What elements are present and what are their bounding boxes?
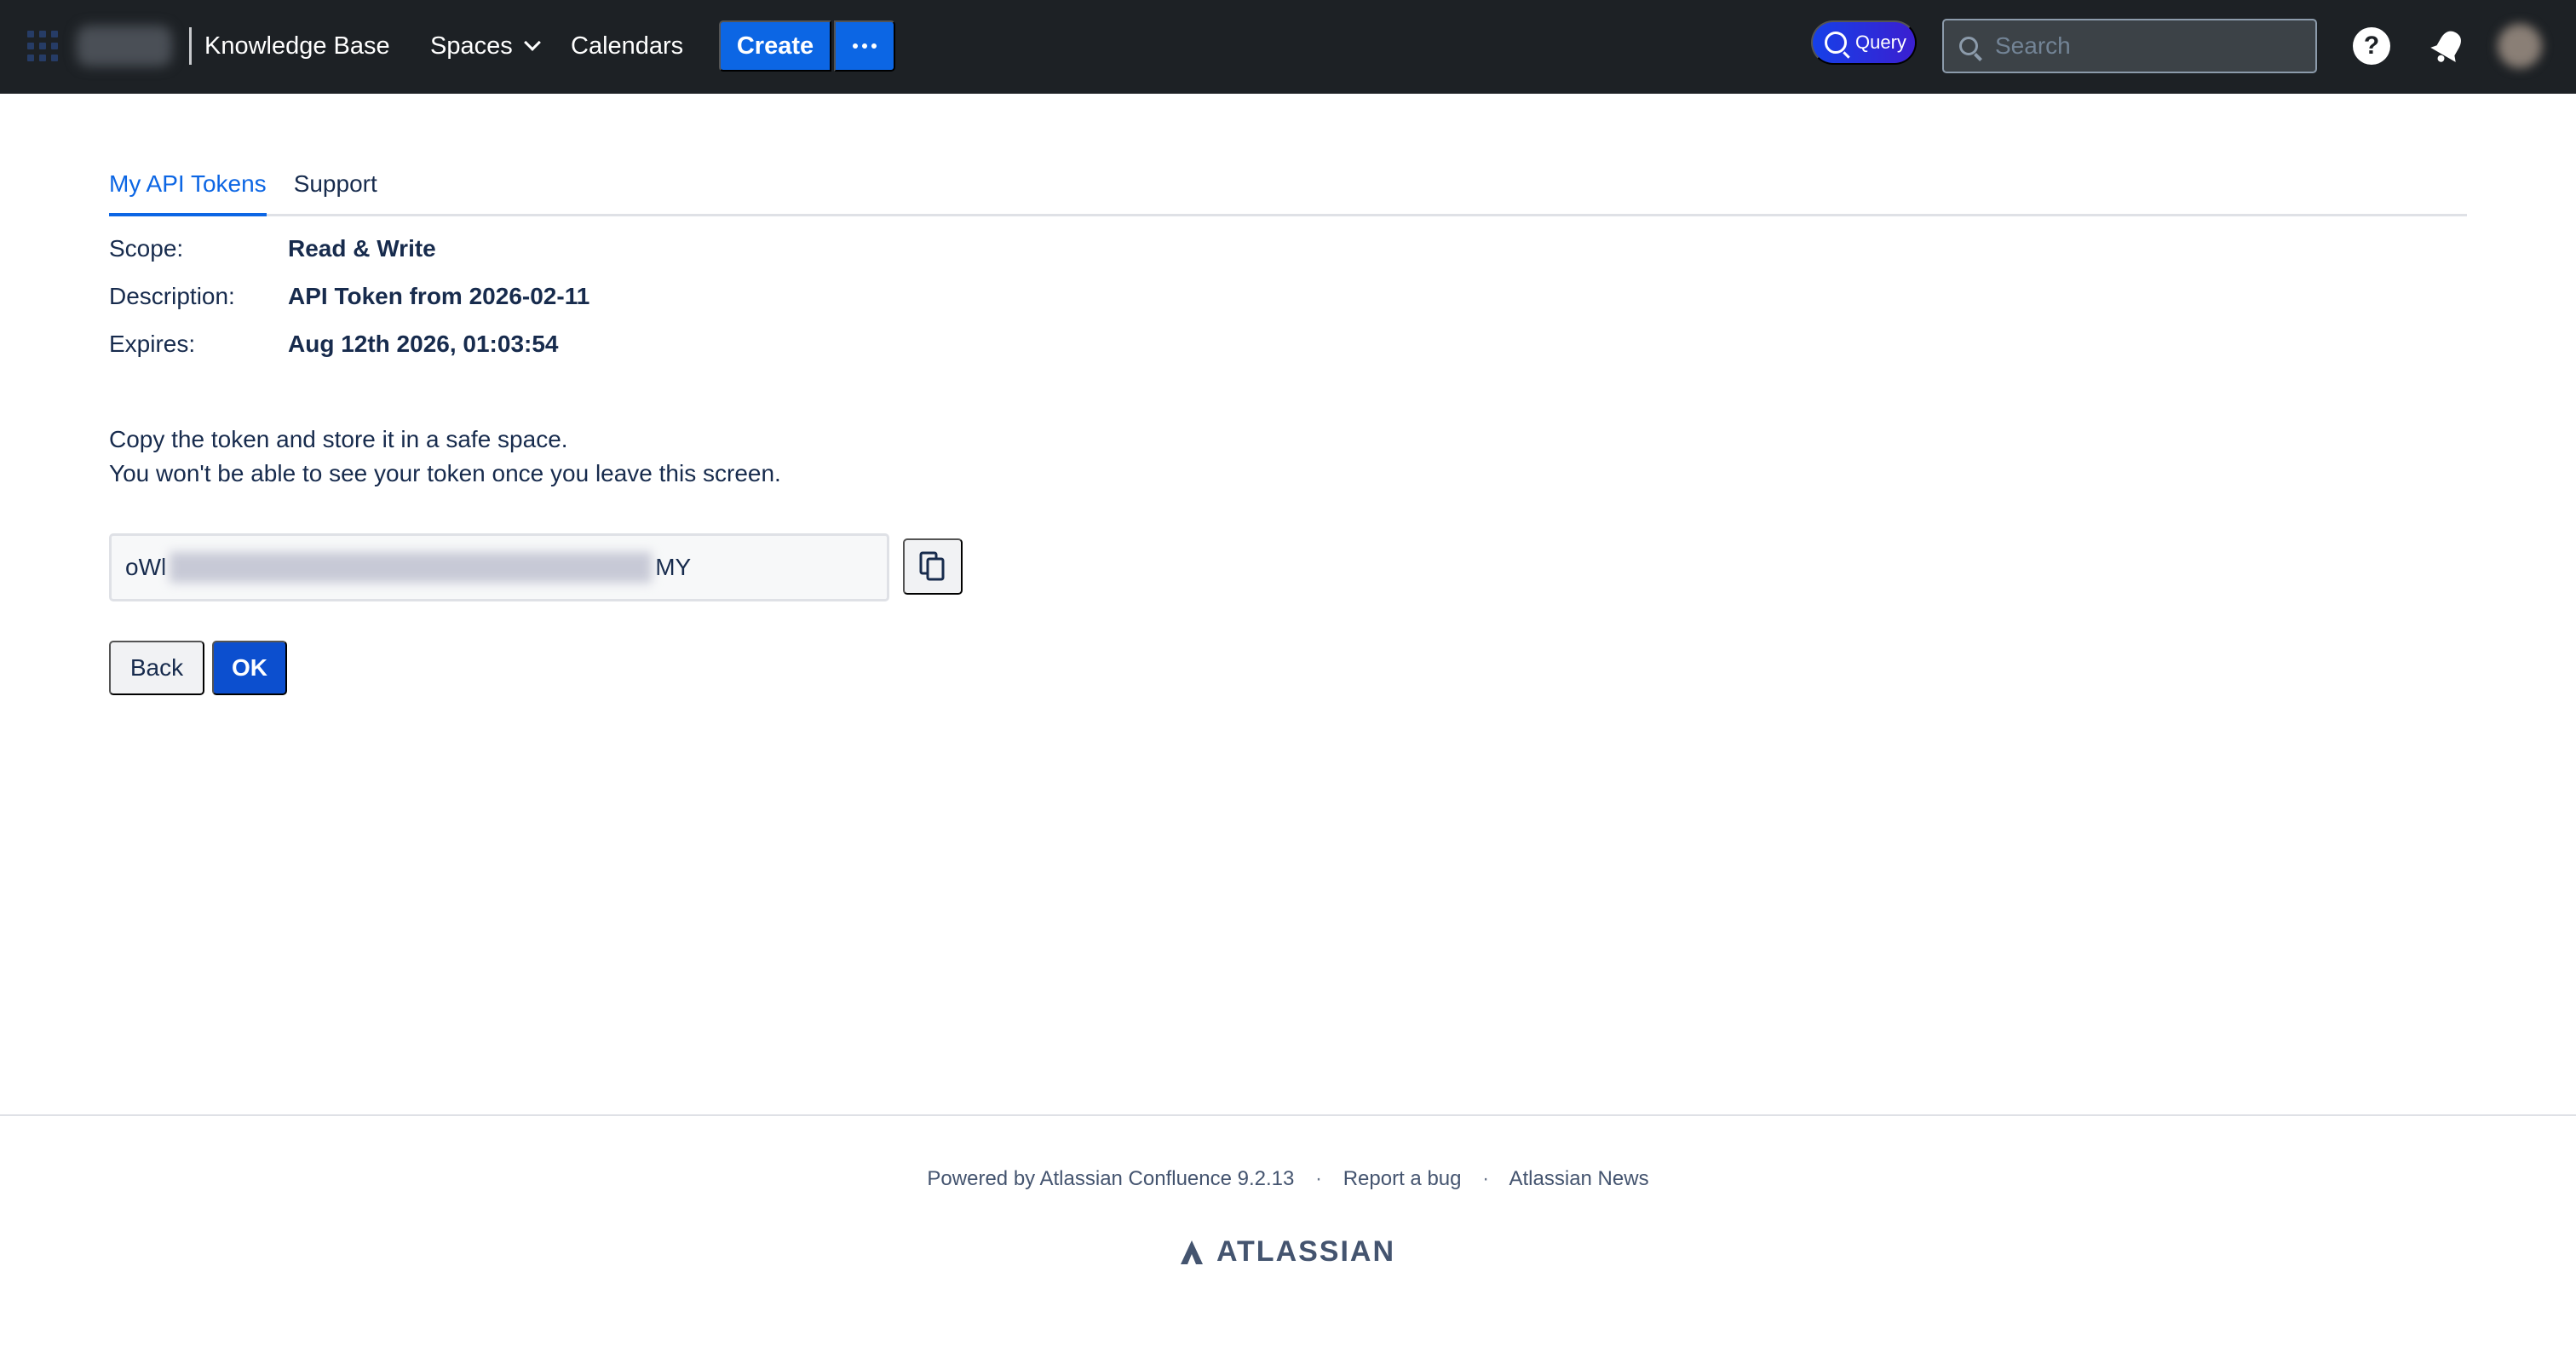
token-prefix: oWl: [125, 554, 167, 580]
brand-link[interactable]: Knowledge Base: [204, 29, 390, 63]
tabs: My API Tokens Support: [109, 167, 2467, 216]
search-icon: [1959, 37, 1978, 55]
search-input[interactable]: [1995, 32, 2302, 60]
query-search-icon: [1825, 32, 1847, 54]
api-token-panel: My API Tokens Support Scope: Read & Writ…: [109, 167, 2467, 695]
expires-value: Aug 12th 2026, 01:03:54: [288, 331, 559, 357]
chevron-down-icon: [523, 34, 541, 51]
header-divider: [189, 27, 192, 65]
description-row: Description: API Token from 2026-02-11: [109, 279, 589, 314]
scope-row: Scope: Read & Write: [109, 232, 436, 266]
query-label: Query: [1855, 32, 1906, 53]
copy-icon: [919, 551, 945, 581]
scope-label: Scope:: [109, 235, 184, 262]
back-button[interactable]: Back: [109, 641, 204, 695]
notifications-bell-icon[interactable]: [2428, 26, 2469, 66]
token-redacted: [170, 552, 653, 583]
expires-label: Expires:: [109, 331, 196, 357]
footer-links: Powered by Atlassian Confluence 9.2.13 ·…: [0, 1164, 2576, 1194]
app-switcher-icon[interactable]: [27, 31, 58, 61]
top-navigation-bar: Knowledge Base Spaces Calendars Create Q…: [0, 0, 2576, 94]
nav-calendars-link[interactable]: Calendars: [571, 29, 683, 63]
create-more-button[interactable]: [834, 20, 895, 72]
user-avatar[interactable]: [2498, 24, 2542, 68]
create-button[interactable]: Create: [719, 20, 831, 72]
footer-separator: ·: [1315, 1167, 1323, 1190]
footer-separator: ·: [1482, 1167, 1490, 1190]
atlassian-logo-text: ATLASSIAN: [1216, 1235, 1396, 1268]
token-suffix: MY: [655, 554, 692, 580]
atlassian-logo-icon: [1181, 1240, 1203, 1264]
nav-spaces-menu[interactable]: Spaces: [430, 29, 541, 63]
tab-support[interactable]: Support: [294, 167, 377, 214]
tab-my-api-tokens[interactable]: My API Tokens: [109, 167, 267, 216]
note-line-1: Copy the token and store it in a safe sp…: [109, 426, 568, 452]
nav-spaces-label: Spaces: [430, 32, 513, 60]
powered-by-link[interactable]: Powered by Atlassian Confluence 9.2.13: [927, 1167, 1294, 1190]
report-bug-link[interactable]: Report a bug: [1343, 1167, 1462, 1190]
copy-token-note: Copy the token and store it in a safe sp…: [109, 423, 781, 491]
query-button[interactable]: Query: [1811, 20, 1917, 65]
note-line-2: You won't be able to see your token once…: [109, 460, 781, 486]
ok-button[interactable]: OK: [212, 641, 287, 695]
site-logo[interactable]: [77, 26, 172, 66]
more-dots-icon: [853, 43, 858, 49]
copy-token-button[interactable]: [903, 538, 963, 595]
expires-row: Expires: Aug 12th 2026, 01:03:54: [109, 327, 559, 361]
search-box[interactable]: [1942, 19, 2317, 73]
token-value-field[interactable]: oWl MY: [109, 533, 889, 601]
atlassian-logo: ATLASSIAN: [1177, 1235, 1395, 1269]
footer: Powered by Atlassian Confluence 9.2.13 ·…: [0, 1114, 2576, 1358]
scope-value: Read & Write: [288, 235, 436, 262]
atlassian-news-link[interactable]: Atlassian News: [1509, 1167, 1649, 1190]
description-value: API Token from 2026-02-11: [288, 283, 590, 309]
description-label: Description:: [109, 283, 235, 309]
help-icon[interactable]: ?: [2353, 27, 2390, 65]
